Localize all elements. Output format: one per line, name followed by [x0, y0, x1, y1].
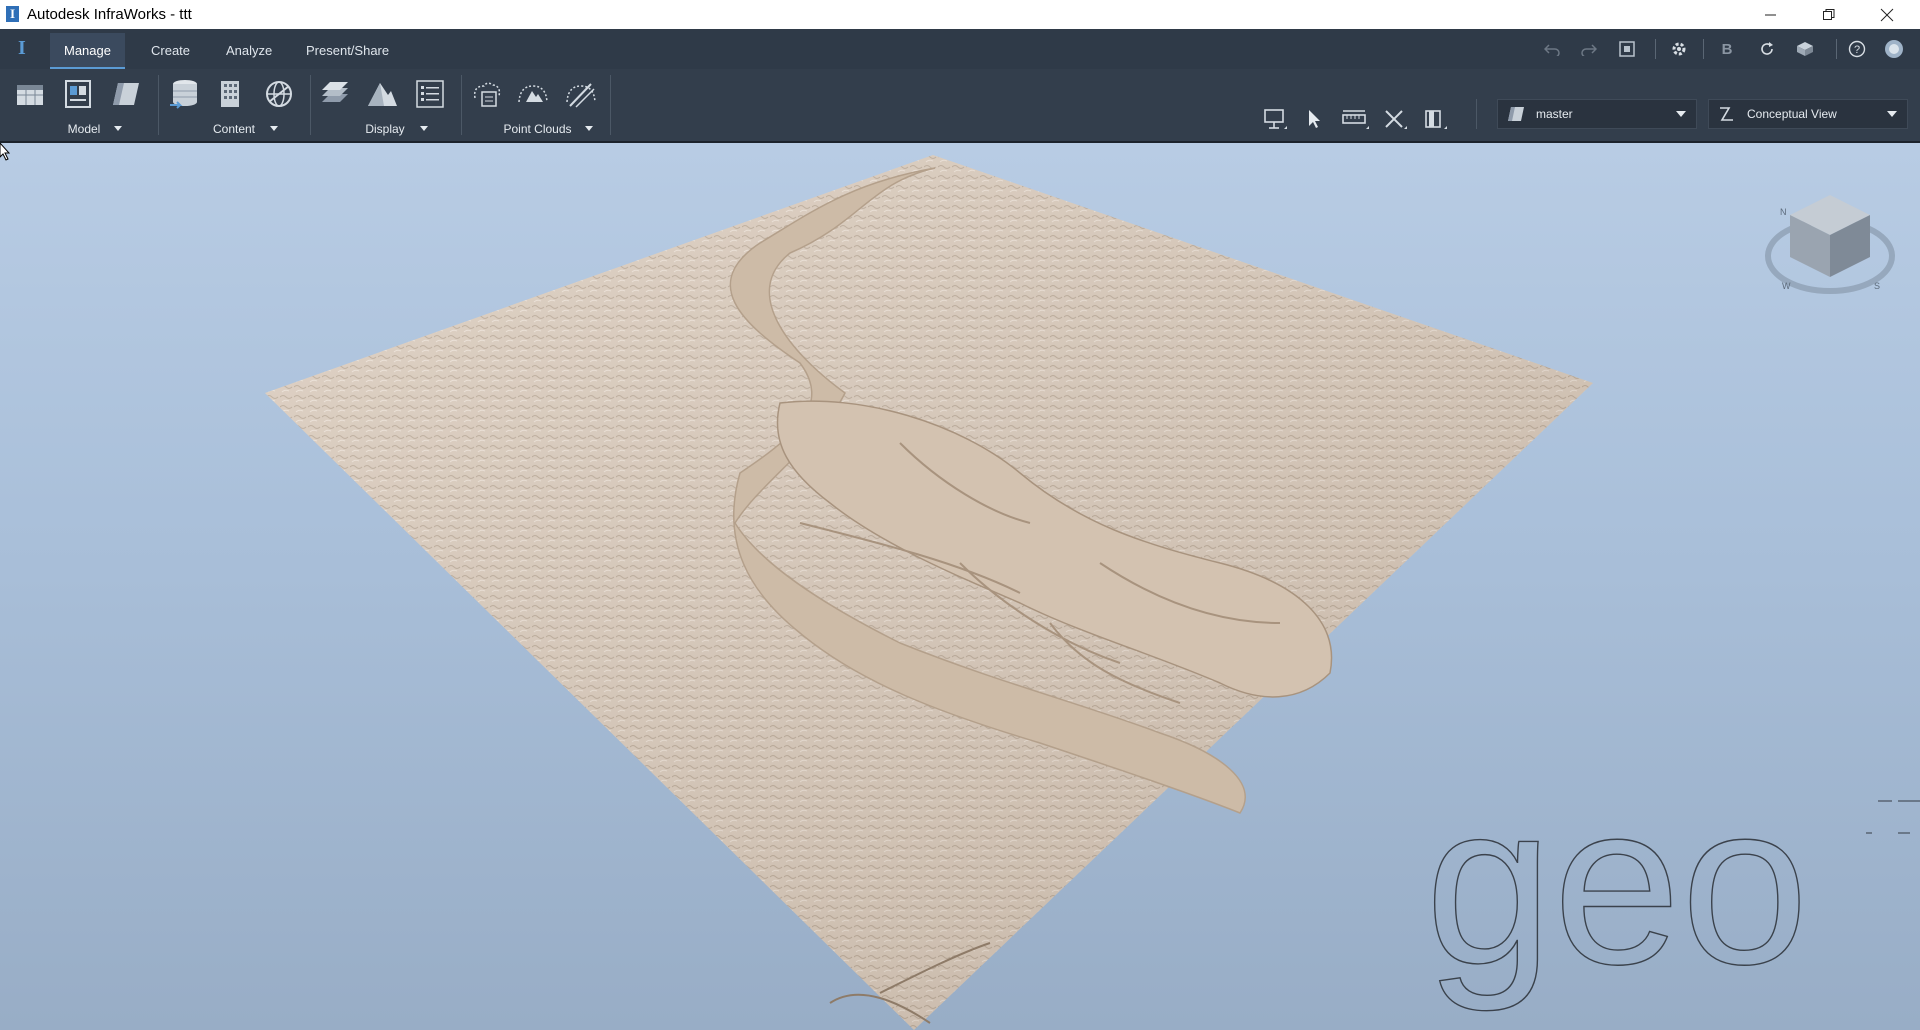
layers-icon[interactable] [318, 77, 352, 111]
settings-icon[interactable] [1668, 39, 1690, 59]
separator [158, 75, 159, 135]
sync-icon[interactable] [1756, 39, 1778, 59]
redo-icon[interactable] [1578, 39, 1600, 59]
data-sources-icon[interactable] [14, 77, 48, 111]
tab-create[interactable]: Create [137, 33, 204, 69]
proposal-dropdown[interactable]: master [1497, 99, 1697, 129]
view-options-icon[interactable] [1420, 104, 1450, 134]
building-icon[interactable] [213, 77, 247, 111]
proposal-icon [1508, 107, 1524, 121]
svg-text:?: ? [1854, 44, 1860, 56]
infraworks-logo-icon[interactable]: I [18, 37, 26, 60]
terrain-icon[interactable] [365, 77, 399, 111]
chevron-down-icon[interactable] [420, 126, 428, 131]
restore-icon [1823, 8, 1835, 20]
user-icon[interactable] [1883, 39, 1905, 59]
minimize-icon [1765, 14, 1776, 15]
visual-style-icon [1720, 107, 1733, 121]
measure-icon[interactable] [1340, 104, 1370, 134]
separator [1703, 39, 1704, 59]
model-explorer-icon[interactable] [109, 77, 143, 111]
globe-content-icon[interactable] [262, 77, 296, 111]
tab-analyze[interactable]: Analyze [212, 33, 286, 69]
group-label-content[interactable]: Content [209, 122, 259, 136]
terrain-scene: N W S geo [265, 155, 1920, 1030]
group-label-point-clouds[interactable]: Point Clouds [500, 122, 575, 136]
title-bar: I Autodesk InfraWorks - ttt [0, 0, 1920, 30]
point-cloud-lines-icon[interactable] [564, 77, 598, 111]
separator [1655, 39, 1656, 59]
view-dropdown-value: Conceptual View [1747, 107, 1837, 121]
compass-s-label: S [1874, 281, 1880, 291]
separator [1836, 39, 1837, 59]
3d-viewport[interactable]: N W S geo [0, 143, 1920, 1030]
group-label-display[interactable]: Display [360, 122, 410, 136]
cloud-model-icon[interactable] [1794, 39, 1816, 59]
window-title: Autodesk InfraWorks - ttt [27, 6, 192, 23]
infraworks-app-icon: I [6, 6, 19, 22]
view-dropdown[interactable]: Conceptual View [1708, 99, 1908, 129]
tab-manage[interactable]: Manage [50, 33, 125, 69]
database-icon[interactable] [168, 77, 202, 111]
compass-w-label: W [1782, 281, 1791, 291]
compass-n-label: N [1780, 207, 1787, 217]
chevron-down-icon[interactable] [270, 126, 278, 131]
chevron-down-icon[interactable] [585, 126, 593, 131]
crop-icon[interactable] [1380, 104, 1410, 134]
viewcube[interactable] [1765, 195, 1895, 294]
point-cloud-icon[interactable] [470, 77, 504, 111]
watermark-dashes [1866, 800, 1920, 834]
help-icon[interactable]: ? [1846, 39, 1868, 59]
ribbon-tab-bar: I Manage Create Analyze Present/Share B … [0, 29, 1920, 69]
presentation-icon[interactable] [1260, 104, 1290, 134]
select-icon[interactable] [1300, 104, 1330, 134]
close-button[interactable] [1858, 0, 1916, 29]
mouse-cursor-icon [0, 143, 10, 161]
separator [1476, 99, 1477, 129]
point-cloud-terrain-icon[interactable] [516, 77, 550, 111]
minimize-button[interactable] [1742, 0, 1800, 29]
chevron-down-icon [1887, 111, 1897, 117]
close-icon [1880, 8, 1894, 21]
restore-button[interactable] [1800, 0, 1858, 29]
undo-icon[interactable] [1541, 39, 1563, 59]
model-properties-icon[interactable] [62, 77, 96, 111]
terrain-surface[interactable] [265, 155, 1593, 1030]
group-label-model[interactable]: Model [64, 122, 104, 136]
chevron-down-icon[interactable] [114, 126, 122, 131]
proposal-dropdown-value: master [1536, 107, 1573, 121]
separator [310, 75, 311, 135]
ribbon-panel: Model Content Display Point Clouds maste… [0, 69, 1920, 143]
separator [610, 75, 611, 135]
separator [461, 75, 462, 135]
fullscreen-icon[interactable] [1616, 39, 1638, 59]
chevron-down-icon [1676, 111, 1686, 117]
style-rules-icon[interactable] [413, 77, 447, 111]
geo-watermark: geo [1425, 755, 1809, 1012]
tab-present-share[interactable]: Present/Share [292, 33, 403, 69]
bim360-icon[interactable]: B [1716, 39, 1738, 59]
